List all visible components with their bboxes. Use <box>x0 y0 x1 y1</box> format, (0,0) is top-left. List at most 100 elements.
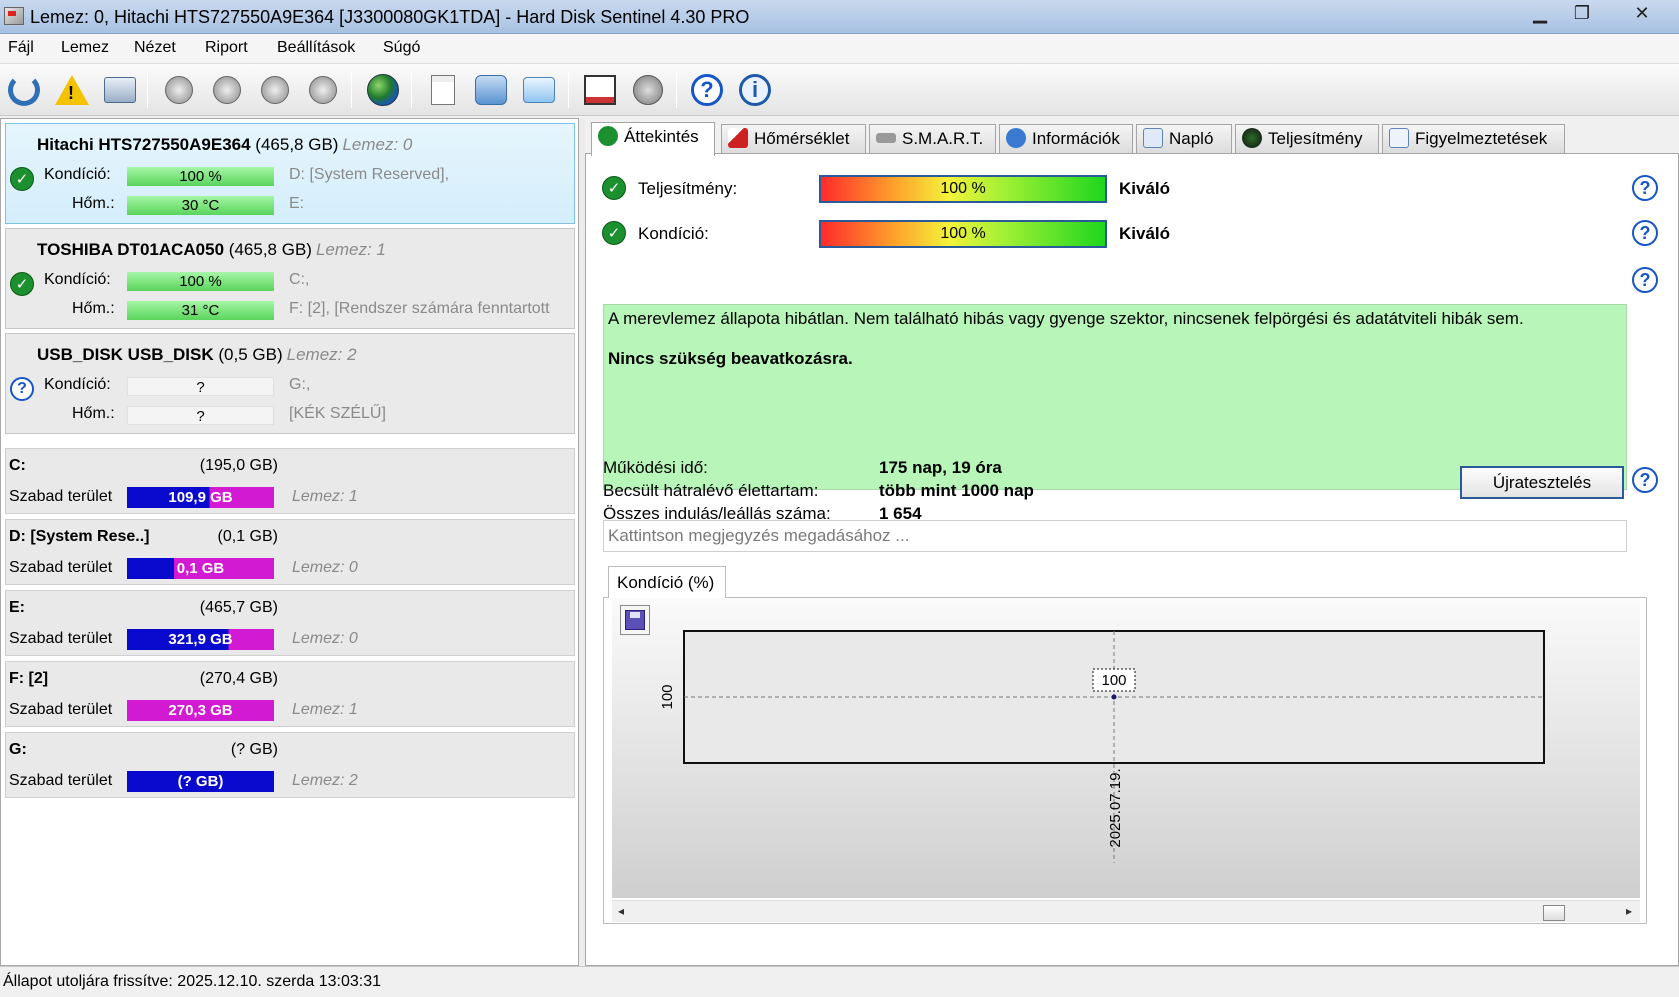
performance-icon <box>1242 128 1262 149</box>
tab-alerts[interactable]: Figyelmeztetések <box>1382 124 1565 154</box>
title-bar: Lemez: 0, Hitachi HTS727550A9E364 [J3300… <box>0 0 1679 34</box>
menu-help[interactable]: Súgó <box>383 39 420 57</box>
status-message-action: Nincs szükség beavatkozásra. <box>608 349 853 368</box>
chart-tab-condition[interactable]: Kondíció (%) <box>608 566 726 598</box>
minimize-button[interactable]: ▁ <box>1523 2 1557 26</box>
toolbar-separator <box>568 72 569 108</box>
uptime-value: 175 nap, 19 óra <box>879 458 1002 477</box>
maximize-button[interactable]: ❐ <box>1565 2 1599 26</box>
menu-disk[interactable]: Lemez <box>61 39 109 57</box>
volume-name: C: <box>9 457 26 474</box>
close-button[interactable]: ✕ <box>1622 2 1662 26</box>
lifetime-value: több mint 1000 nap <box>879 481 1034 500</box>
retest-button[interactable]: Újratesztelés <box>1460 466 1624 499</box>
volume-name: F: [2] <box>9 670 49 687</box>
disk-name: TOSHIBA DT01ACA050 (465,8 GB) Lemez: 1 <box>37 240 386 259</box>
toolbar-separator <box>147 72 148 108</box>
details-panel: Áttekintés Hőmérséklet S.M.A.R.T. Inform… <box>585 118 1679 966</box>
disk-icon[interactable] <box>101 71 139 109</box>
tab-temperature[interactable]: Hőmérséklet <box>721 124 866 154</box>
disk-name: Hitachi HTS727550A9E364 (465,8 GB) Lemez:… <box>37 135 413 154</box>
volume-card[interactable]: G: (? GB) Szabad terület (? GB) Lemez: 2 <box>5 732 575 798</box>
volume-card[interactable]: F: [2] (270,4 GB) Szabad terület 270,3 G… <box>5 661 575 727</box>
disk-partitions-2: [KÉK SZÉLŰ] <box>289 405 386 422</box>
disk-name: USB_DISK USB_DISK (0,5 GB) Lemez: 2 <box>37 345 357 364</box>
disk-card-1[interactable]: TOSHIBA DT01ACA050 (465,8 GB) Lemez: 1 ✓ … <box>5 228 575 329</box>
free-space-label: Szabad terület <box>9 559 113 576</box>
disk-partitions-2: E: <box>289 195 305 212</box>
help-icon[interactable]: ? <box>1632 220 1658 246</box>
disk-partitions-2: F: [2], [Rendszer számára fenntartott <box>289 300 550 317</box>
tab-smart[interactable]: S.M.A.R.T. <box>869 124 996 154</box>
tab-log[interactable]: Napló <box>1136 124 1232 154</box>
menu-file[interactable]: Fájl <box>8 39 34 57</box>
volume-name: E: <box>9 599 25 616</box>
sync-icon[interactable] <box>472 71 510 109</box>
performance-label: Teljesítmény: <box>638 179 738 198</box>
volume-card[interactable]: C: (195,0 GB) Szabad terület 109,9 GB Le… <box>5 448 575 514</box>
scroll-right-icon[interactable]: ▸ <box>1626 904 1632 918</box>
free-space-label: Szabad terület <box>9 701 113 718</box>
smart-icon <box>876 133 896 144</box>
help-icon[interactable]: ? <box>1632 175 1658 201</box>
menu-settings[interactable]: Beállítások <box>277 39 355 57</box>
temperature-bar: 30 °C <box>127 196 274 215</box>
help-icon[interactable]: ? <box>688 71 726 109</box>
temperature-label: Hőm.: <box>72 195 115 212</box>
free-space-bar: 321,9 GB <box>127 629 274 650</box>
info-icon <box>1006 128 1026 149</box>
free-space-bar: 0,1 GB <box>127 558 274 579</box>
condition-bar: 100 % <box>127 272 274 291</box>
disk-partitions: C:, <box>289 271 310 288</box>
tab-performance[interactable]: Teljesítmény <box>1235 124 1379 154</box>
help-icon[interactable]: ? <box>1632 267 1658 293</box>
disk-sensor-3-icon[interactable] <box>256 71 294 109</box>
info-icon[interactable]: i <box>736 71 774 109</box>
disk-partitions: D: [System Reserved], <box>289 166 450 183</box>
disk-sensor-4-icon[interactable] <box>304 71 342 109</box>
menu-report[interactable]: Riport <box>205 39 248 57</box>
help-icon[interactable]: ? <box>1632 467 1658 493</box>
refresh-icon[interactable] <box>5 71 43 109</box>
condition-bar: 100 % <box>127 167 274 186</box>
lifetime-label: Becsült hátralévő élettartam: <box>603 481 819 500</box>
volume-card[interactable]: E: (465,7 GB) Szabad terület 321,9 GB Le… <box>5 590 575 656</box>
ok-check-icon: ✓ <box>10 167 34 191</box>
network-icon[interactable] <box>520 71 558 109</box>
disk-card-0[interactable]: Hitachi HTS727550A9E364 (465,8 GB) Lemez:… <box>5 123 575 224</box>
globe-icon[interactable] <box>364 71 402 109</box>
condition-bar: ? <box>127 377 274 396</box>
disk-list-panel: Hitachi HTS727550A9E364 (465,8 GB) Lemez:… <box>0 118 579 966</box>
x-tick-label: 2025.07.19. <box>1107 768 1124 847</box>
temperature-bar: 31 °C <box>127 301 274 320</box>
toolbar-separator <box>411 72 412 108</box>
report-icon[interactable] <box>424 71 462 109</box>
condition-label: Kondíció: <box>638 224 709 243</box>
chart-scrollbar[interactable]: ◂ ▸ <box>612 900 1640 922</box>
toolbar: ! ? i <box>0 64 1679 116</box>
volume-card[interactable]: D: [System Rese..] (0,1 GB) Szabad terül… <box>5 519 575 585</box>
toolbar-separator <box>351 72 352 108</box>
note-input[interactable]: Kattintson megjegyzés megadásához ... <box>603 520 1627 552</box>
scroll-left-icon[interactable]: ◂ <box>618 904 624 918</box>
chart-icon[interactable] <box>581 71 619 109</box>
speaker-icon[interactable] <box>629 71 667 109</box>
status-message-text: A merevlemez állapota hibátlan. Nem talá… <box>608 309 1524 328</box>
volume-disk: Lemez: 2 <box>292 772 358 789</box>
disk-card-2[interactable]: USB_DISK USB_DISK (0,5 GB) Lemez: 2 ? Kon… <box>5 333 575 434</box>
performance-ok-icon: ✓ <box>602 176 626 200</box>
volume-size: (270,4 GB) <box>199 670 278 687</box>
menu-view[interactable]: Nézet <box>134 39 176 57</box>
scroll-thumb[interactable] <box>1543 905 1565 921</box>
tab-information[interactable]: Információk <box>999 124 1133 154</box>
tab-strip: Áttekintés Hőmérséklet S.M.A.R.T. Inform… <box>585 122 1679 156</box>
overview-tab-content: ✓ Teljesítmény: 100 % Kiváló ? ✓ Kondíci… <box>585 153 1679 966</box>
chart-svg: 100 2025.07.19. 100 <box>659 630 1545 863</box>
warning-icon[interactable]: ! <box>53 71 91 109</box>
alerts-icon <box>1389 128 1409 149</box>
disk-sensor-2-icon[interactable] <box>208 71 246 109</box>
tab-overview[interactable]: Áttekintés <box>591 122 715 156</box>
disk-sensor-1-icon[interactable] <box>160 71 198 109</box>
free-space-bar: (? GB) <box>127 771 274 792</box>
save-chart-button[interactable] <box>620 605 650 635</box>
